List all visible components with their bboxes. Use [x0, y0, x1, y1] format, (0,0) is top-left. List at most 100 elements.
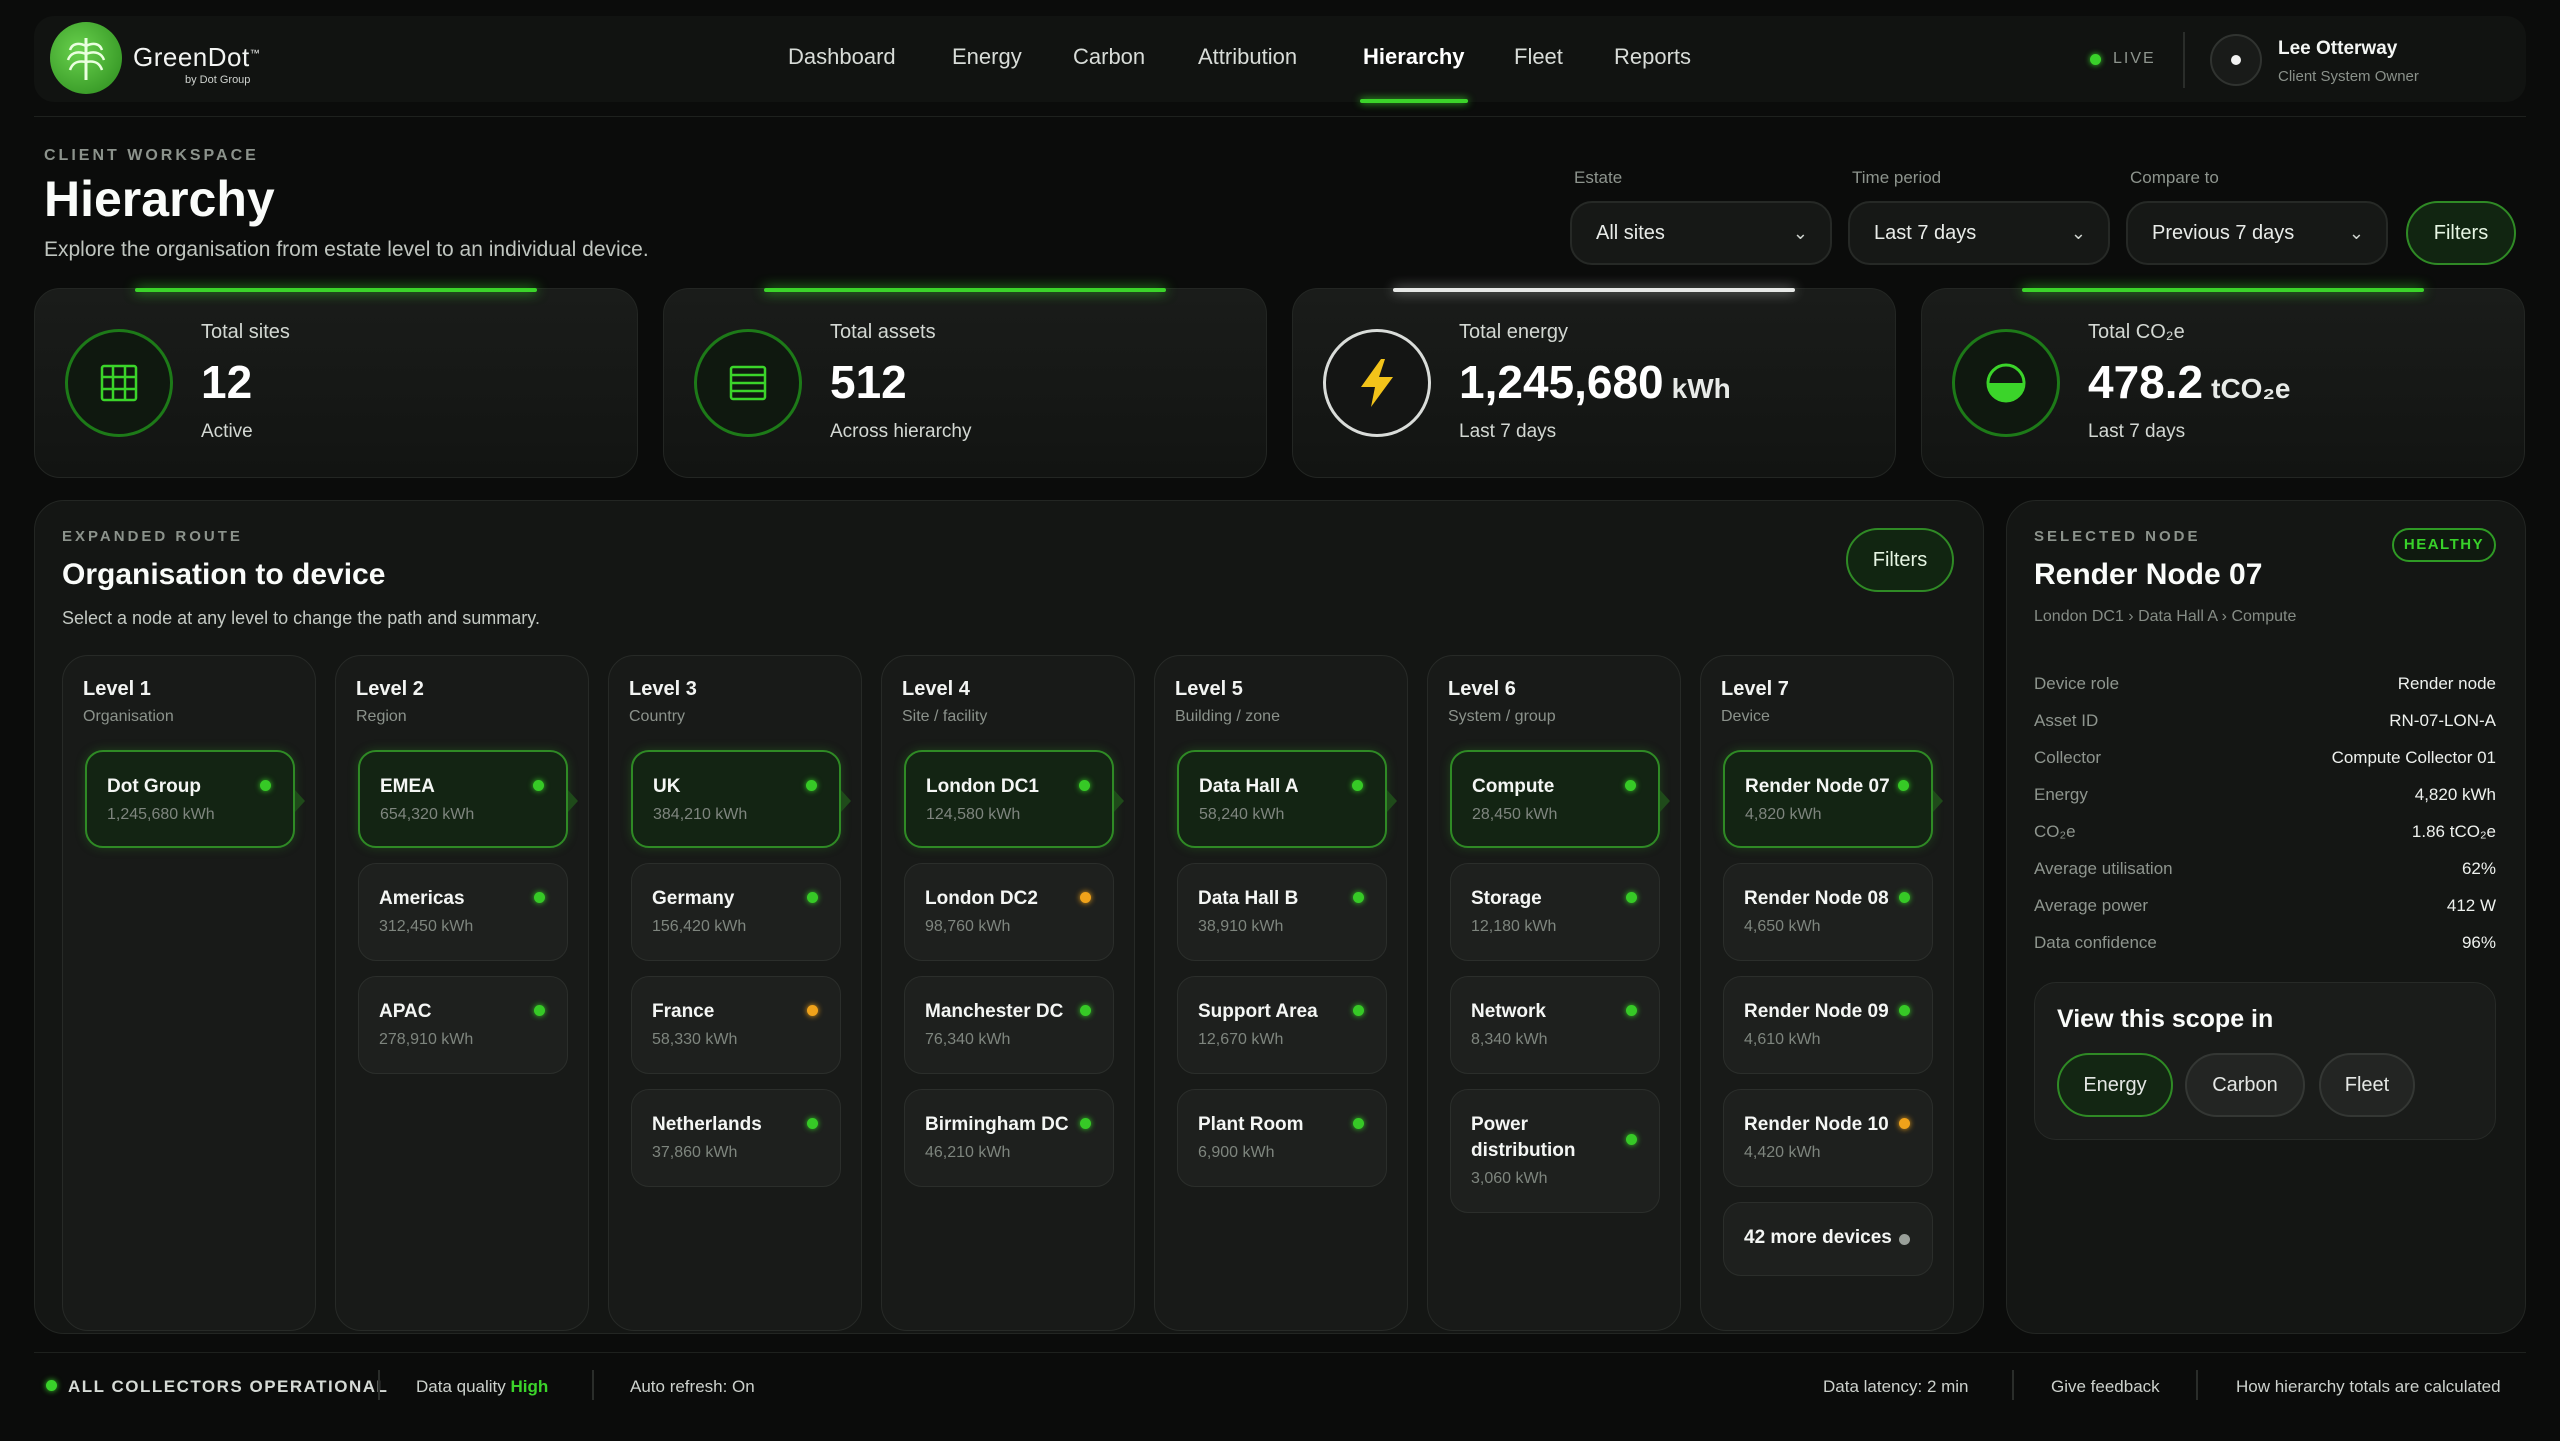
hierarchy-node[interactable]: Data Hall B 38,910 kWh	[1177, 863, 1387, 961]
node-energy-value: 98,760 kWh	[925, 918, 1011, 935]
node-name: London DC2	[925, 888, 1038, 909]
scope-fleet-button[interactable]: Fleet	[2319, 1053, 2415, 1117]
data-latency: Data latency: 2 min	[1823, 1377, 1969, 1396]
hierarchy-node[interactable]: Netherlands 37,860 kWh	[631, 1089, 841, 1187]
level-column-3: Level 3 Country UK 384,210 kWh Germany 156,42…	[608, 655, 862, 1331]
scope-carbon-button[interactable]: Carbon	[2185, 1053, 2305, 1117]
hierarchy-node[interactable]: Render Node 10 4,420 kWh	[1723, 1089, 1933, 1187]
node-name: Germany	[652, 888, 735, 909]
kpi-value: 1,245,680 kWh	[1459, 356, 1731, 408]
route-eyebrow: EXPANDED ROUTE	[62, 528, 243, 545]
nav-reports[interactable]: Reports	[1614, 44, 1691, 70]
nav-carbon[interactable]: Carbon	[1073, 44, 1145, 70]
hierarchy-node[interactable]: Storage 12,180 kWh	[1450, 863, 1660, 961]
detail-key: Average utilisation	[2034, 859, 2173, 878]
time-period-select[interactable]: Last 7 days ⌄	[1848, 201, 2110, 265]
nav-attribution[interactable]: Attribution	[1198, 44, 1297, 70]
detail-key: Average power	[2034, 896, 2149, 915]
kpi-label: Total sites	[201, 321, 290, 343]
node-name: Data Hall B	[1198, 888, 1299, 909]
status-dot	[1626, 1134, 1637, 1145]
node-name: Render Node 09	[1744, 1001, 1889, 1022]
node-energy-value: 384,210 kWh	[653, 806, 748, 823]
auto-refresh-status[interactable]: Auto refresh: On	[630, 1377, 755, 1397]
hierarchy-node[interactable]: Render Node 08 4,650 kWh	[1723, 863, 1933, 961]
hierarchy-node[interactable]: Render Node 09 4,610 kWh	[1723, 976, 1933, 1074]
level-subtitle: System / group	[1448, 708, 1556, 725]
route-filters-button[interactable]: Filters	[1846, 528, 1954, 592]
hierarchy-node[interactable]: EMEA 654,320 kWh	[358, 750, 578, 848]
detail-value: 62%	[2461, 859, 2496, 878]
detail-value: 96%	[2461, 933, 2496, 952]
estate-value: All sites	[1596, 222, 1665, 244]
hierarchy-totals-help-link[interactable]: How hierarchy totals are calculated	[2236, 1377, 2501, 1397]
hierarchy-node[interactable]: Dot Group 1,245,680 kWh	[85, 750, 305, 848]
status-dot	[1899, 1005, 1910, 1016]
footer-divider	[378, 1370, 380, 1400]
footer-divider	[34, 1352, 2526, 1353]
hierarchy-node[interactable]: London DC1 124,580 kWh	[904, 750, 1124, 848]
nav-hierarchy[interactable]: Hierarchy	[1363, 44, 1465, 70]
estate-select[interactable]: All sites ⌄	[1570, 201, 1832, 265]
footer-divider	[2012, 1370, 2014, 1400]
hierarchy-node[interactable]: Network 8,340 kWh	[1450, 976, 1660, 1074]
server-icon	[694, 329, 802, 437]
nav-dashboard[interactable]: Dashboard	[788, 44, 896, 70]
hierarchy-node[interactable]: Data Hall A 58,240 kWh	[1177, 750, 1397, 848]
user-name[interactable]: Lee Otterway	[2278, 38, 2397, 60]
more-devices-item[interactable]: 42 more devices	[1723, 1202, 1933, 1276]
hierarchy-node[interactable]: France 58,330 kWh	[631, 976, 841, 1074]
level-column-6: Level 6 System / group Compute 28,450 kWh St…	[1427, 655, 1681, 1331]
compare-select[interactable]: Previous 7 days ⌄	[2126, 201, 2388, 265]
node-name: Plant Room	[1198, 1114, 1304, 1135]
selected-node-title: Render Node 07	[2034, 558, 2263, 591]
kpi-subtext: Across hierarchy	[830, 421, 972, 442]
footer-divider	[2196, 1370, 2198, 1400]
hierarchy-node[interactable]: Americas 312,450 kWh	[358, 863, 568, 961]
level-column-7: Level 7 Device Render Node 07 4,820 kWh Rend…	[1700, 655, 1954, 1331]
node-name: Render Node 10	[1744, 1114, 1889, 1135]
status-dot	[1626, 892, 1637, 903]
kpi-total-sites: Total sites 12 Active	[34, 288, 638, 478]
hierarchy-node[interactable]: London DC2 98,760 kWh	[904, 863, 1114, 961]
brand-subtitle: by Dot Group	[185, 74, 251, 86]
hierarchy-node[interactable]: Birmingham DC 46,210 kWh	[904, 1089, 1114, 1187]
scope-energy-button[interactable]: Energy	[2057, 1053, 2173, 1117]
hierarchy-node[interactable]: Power distribution 3,060 kWh	[1450, 1089, 1660, 1213]
status-dot	[534, 892, 545, 903]
hierarchy-node[interactable]: APAC 278,910 kWh	[358, 976, 568, 1074]
user-avatar[interactable]	[2210, 34, 2262, 86]
status-dot	[1352, 780, 1363, 791]
status-dot	[807, 892, 818, 903]
filters-button[interactable]: Filters	[2406, 201, 2516, 265]
node-energy-value: 4,650 kWh	[1744, 918, 1821, 935]
level-subtitle: Building / zone	[1175, 708, 1280, 725]
level-column-5: Level 5 Building / zone Data Hall A 58,240 …	[1154, 655, 1408, 1331]
status-dot	[1079, 780, 1090, 791]
hierarchy-node[interactable]: Germany 156,420 kWh	[631, 863, 841, 961]
status-dot	[260, 780, 271, 791]
hierarchy-node[interactable]: Compute 28,450 kWh	[1450, 750, 1670, 848]
level-title: Level 6	[1448, 678, 1516, 700]
chevron-down-icon: ⌄	[1792, 223, 1808, 243]
workspace-eyebrow: CLIENT WORKSPACE	[44, 147, 259, 164]
hierarchy-node[interactable]: Plant Room 6,900 kWh	[1177, 1089, 1387, 1187]
node-name: Dot Group	[107, 776, 201, 797]
status-badge: HEALTHY	[2392, 528, 2496, 562]
give-feedback-link[interactable]: Give feedback	[2051, 1377, 2160, 1397]
node-name: APAC	[379, 1001, 432, 1022]
hierarchy-node[interactable]: Render Node 07 4,820 kWh	[1723, 750, 1943, 848]
status-dot	[1898, 780, 1909, 791]
nav-fleet[interactable]: Fleet	[1514, 44, 1563, 70]
detail-key: Energy	[2034, 785, 2088, 804]
hierarchy-node[interactable]: Manchester DC 76,340 kWh	[904, 976, 1114, 1074]
detail-key: Device role	[2034, 674, 2120, 693]
node-name: Support Area	[1198, 1001, 1318, 1022]
nav-energy[interactable]: Energy	[952, 44, 1022, 70]
hierarchy-node[interactable]: Support Area 12,670 kWh	[1177, 976, 1387, 1074]
greendot-logo-icon[interactable]	[50, 22, 122, 94]
detail-value: Compute Collector 01	[2331, 748, 2496, 767]
hierarchy-node[interactable]: UK 384,210 kWh	[631, 750, 851, 848]
status-dot	[1080, 1118, 1091, 1129]
node-energy-value: 654,320 kWh	[380, 806, 475, 823]
